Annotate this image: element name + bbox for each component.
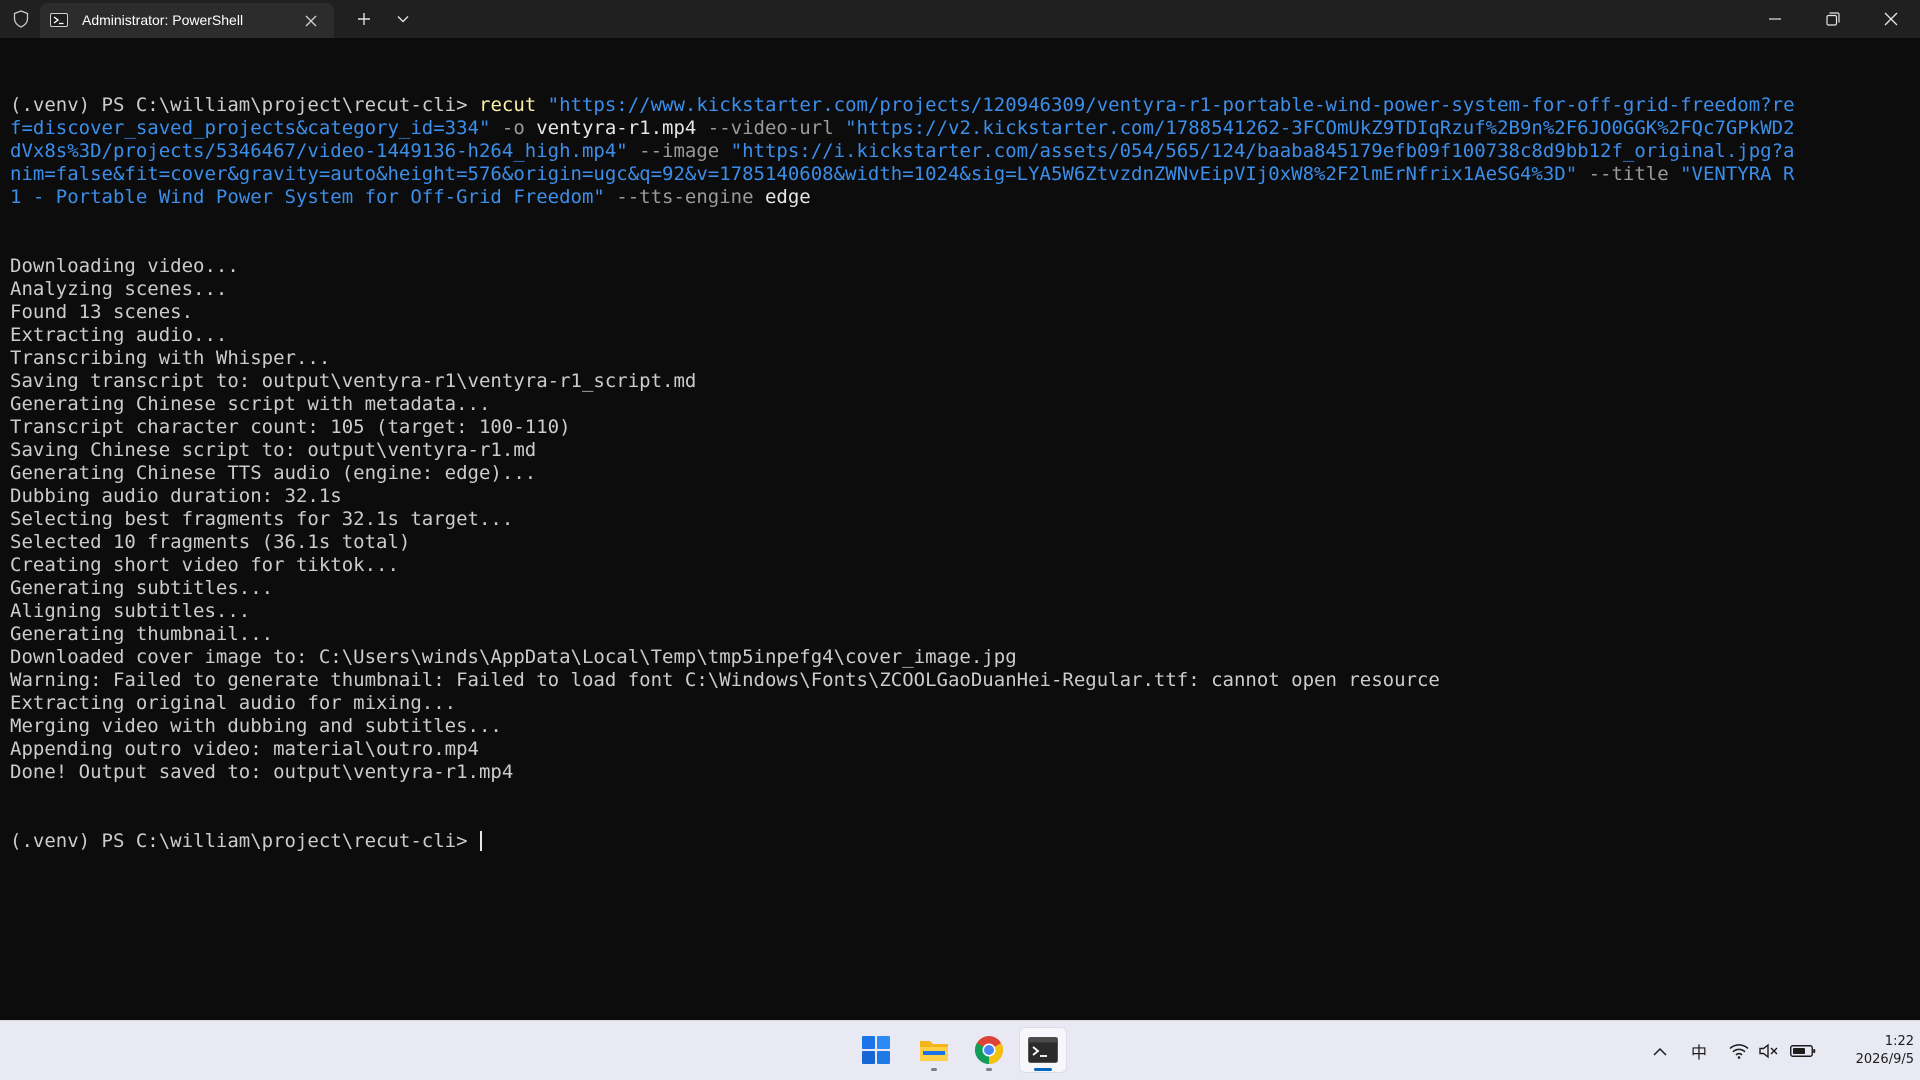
running-indicator [931,1068,937,1071]
command-segment: --video-url [696,117,846,139]
shield-icon [8,7,34,31]
volume-muted-icon[interactable] [1756,1021,1782,1080]
command-segment: 1 - Portable Wind Power System for Off-G… [10,186,605,208]
ime-indicator[interactable]: 中 [1684,1021,1714,1080]
output-line: Generating Chinese script with metadata.… [10,393,491,415]
terminal-pane[interactable]: (.venv) PS C:\william\project\recut-cli>… [0,38,1920,1020]
output-line: Generating thumbnail... [10,623,274,645]
battery-icon[interactable] [1788,1021,1818,1080]
text-cursor [480,831,482,851]
running-indicator [986,1068,992,1071]
output-line: Downloaded cover image to: C:\Users\wind… [10,646,1017,668]
output-line: Transcribing with Whisper... [10,347,331,369]
output-line: Selecting best fragments for 32.1s targe… [10,508,514,530]
command-segment: dVx8s%3D/projects/5346467/video-1449136-… [10,140,628,162]
command-segment: ventyra-r1.mp4 [536,117,697,139]
output-line: Appending outro video: material\outro.mp… [10,738,479,760]
close-icon[interactable] [1862,0,1920,38]
command-segment: f=discover_saved_projects&category_id=33… [10,117,491,139]
output-line: Generating subtitles... [10,577,274,599]
command-segment [536,94,547,116]
chevron-up-icon[interactable] [1646,1021,1674,1080]
output-line: Saving transcript to: output\ventyra-r1\… [10,370,697,392]
command-line: f=discover_saved_projects&category_id=33… [10,117,1910,140]
command-line: dVx8s%3D/projects/5346467/video-1449136-… [10,140,1910,163]
command-segment: --tts-engine [604,186,765,208]
output-line: Dubbing audio duration: 32.1s [10,485,342,507]
terminal-text: (.venv) PS C:\william\project\recut-cli>… [10,48,1910,899]
output-line: Selected 10 fragments (36.1s total) [10,531,411,553]
command-segment: nim=false&fit=cover&gravity=auto&height=… [10,163,1578,185]
output-line: Creating short video for tiktok... [10,554,399,576]
start-button[interactable] [852,1027,900,1073]
ime-label: 中 [1690,1043,1707,1062]
output-line: Extracting audio... [10,324,228,346]
clock-date: 2026/9/5 [1855,1052,1914,1067]
taskbar: 中 1:22 2026/9/5 [0,1020,1920,1080]
output-block: Downloading video... Analyzing scenes... F… [10,255,1910,784]
command-segment: edge [764,186,811,208]
command-segment: --title [1577,163,1681,185]
file-explorer-icon [920,1041,948,1061]
command-segment: "VENTYRA R [1680,163,1795,185]
command-line: (.venv) PS C:\william\project\recut-cli>… [10,94,1910,117]
output-line: Saving Chinese script to: output\ventyra… [10,439,537,461]
output-line: Generating Chinese TTS audio (engine: ed… [10,462,537,484]
command-block: (.venv) PS C:\william\project\recut-cli>… [10,94,1910,209]
command-line: 1 - Portable Wind Power System for Off-G… [10,186,1910,209]
chrome-icon [975,1036,1003,1064]
tab-close-icon[interactable] [298,9,324,33]
system-clock[interactable]: 1:22 2026/9/5 [1826,1033,1914,1069]
title-bar: Administrator: PowerShell [0,0,1920,38]
command-segment: "https://v2.kickstarter.com/1788541262-3… [845,117,1795,139]
command-segment: "https://www.kickstarter.com/projects/12… [547,94,1795,116]
output-line: Downloading video... [10,255,239,277]
powershell-icon [50,12,68,28]
tab-title: Administrator: PowerShell [82,12,244,28]
prompt-text: (.venv) PS C:\william\project\recut-cli> [10,830,479,852]
command-segment: (.venv) PS C:\william\project\recut-cli> [10,94,479,116]
command-segment: "https://i.kickstarter.com/assets/054/56… [730,140,1795,162]
command-segment: --image [627,140,731,162]
command-segment: -o [490,117,537,139]
taskbar-file-explorer[interactable] [910,1027,958,1073]
tab-powershell[interactable]: Administrator: PowerShell [40,3,334,38]
taskbar-chrome[interactable] [965,1027,1013,1073]
clock-time: 1:22 [1884,1034,1914,1049]
start-icon [862,1036,890,1064]
output-line: Done! Output saved to: output\ventyra-r1… [10,761,514,783]
terminal-icon [1028,1037,1058,1063]
output-line: Aligning subtitles... [10,600,251,622]
minimize-icon[interactable] [1746,0,1804,38]
output-line: Warning: Failed to generate thumbnail: F… [10,669,1440,691]
plus-icon[interactable] [350,5,378,33]
command-line: nim=false&fit=cover&gravity=auto&height=… [10,163,1910,186]
output-line: Analyzing scenes... [10,278,228,300]
taskbar-terminal[interactable] [1019,1027,1067,1073]
output-line: Merging video with dubbing and subtitles… [10,715,502,737]
active-indicator [1034,1068,1052,1071]
command-segment: recut [479,94,537,116]
restore-icon[interactable] [1804,0,1862,38]
output-line: Found 13 scenes. [10,301,194,323]
output-line: Extracting original audio for mixing... [10,692,457,714]
wifi-icon[interactable] [1726,1021,1752,1080]
prompt-line[interactable]: (.venv) PS C:\william\project\recut-cli> [10,830,1910,853]
chevron-down-icon[interactable] [390,5,416,33]
output-line: Transcript character count: 105 (target:… [10,416,571,438]
